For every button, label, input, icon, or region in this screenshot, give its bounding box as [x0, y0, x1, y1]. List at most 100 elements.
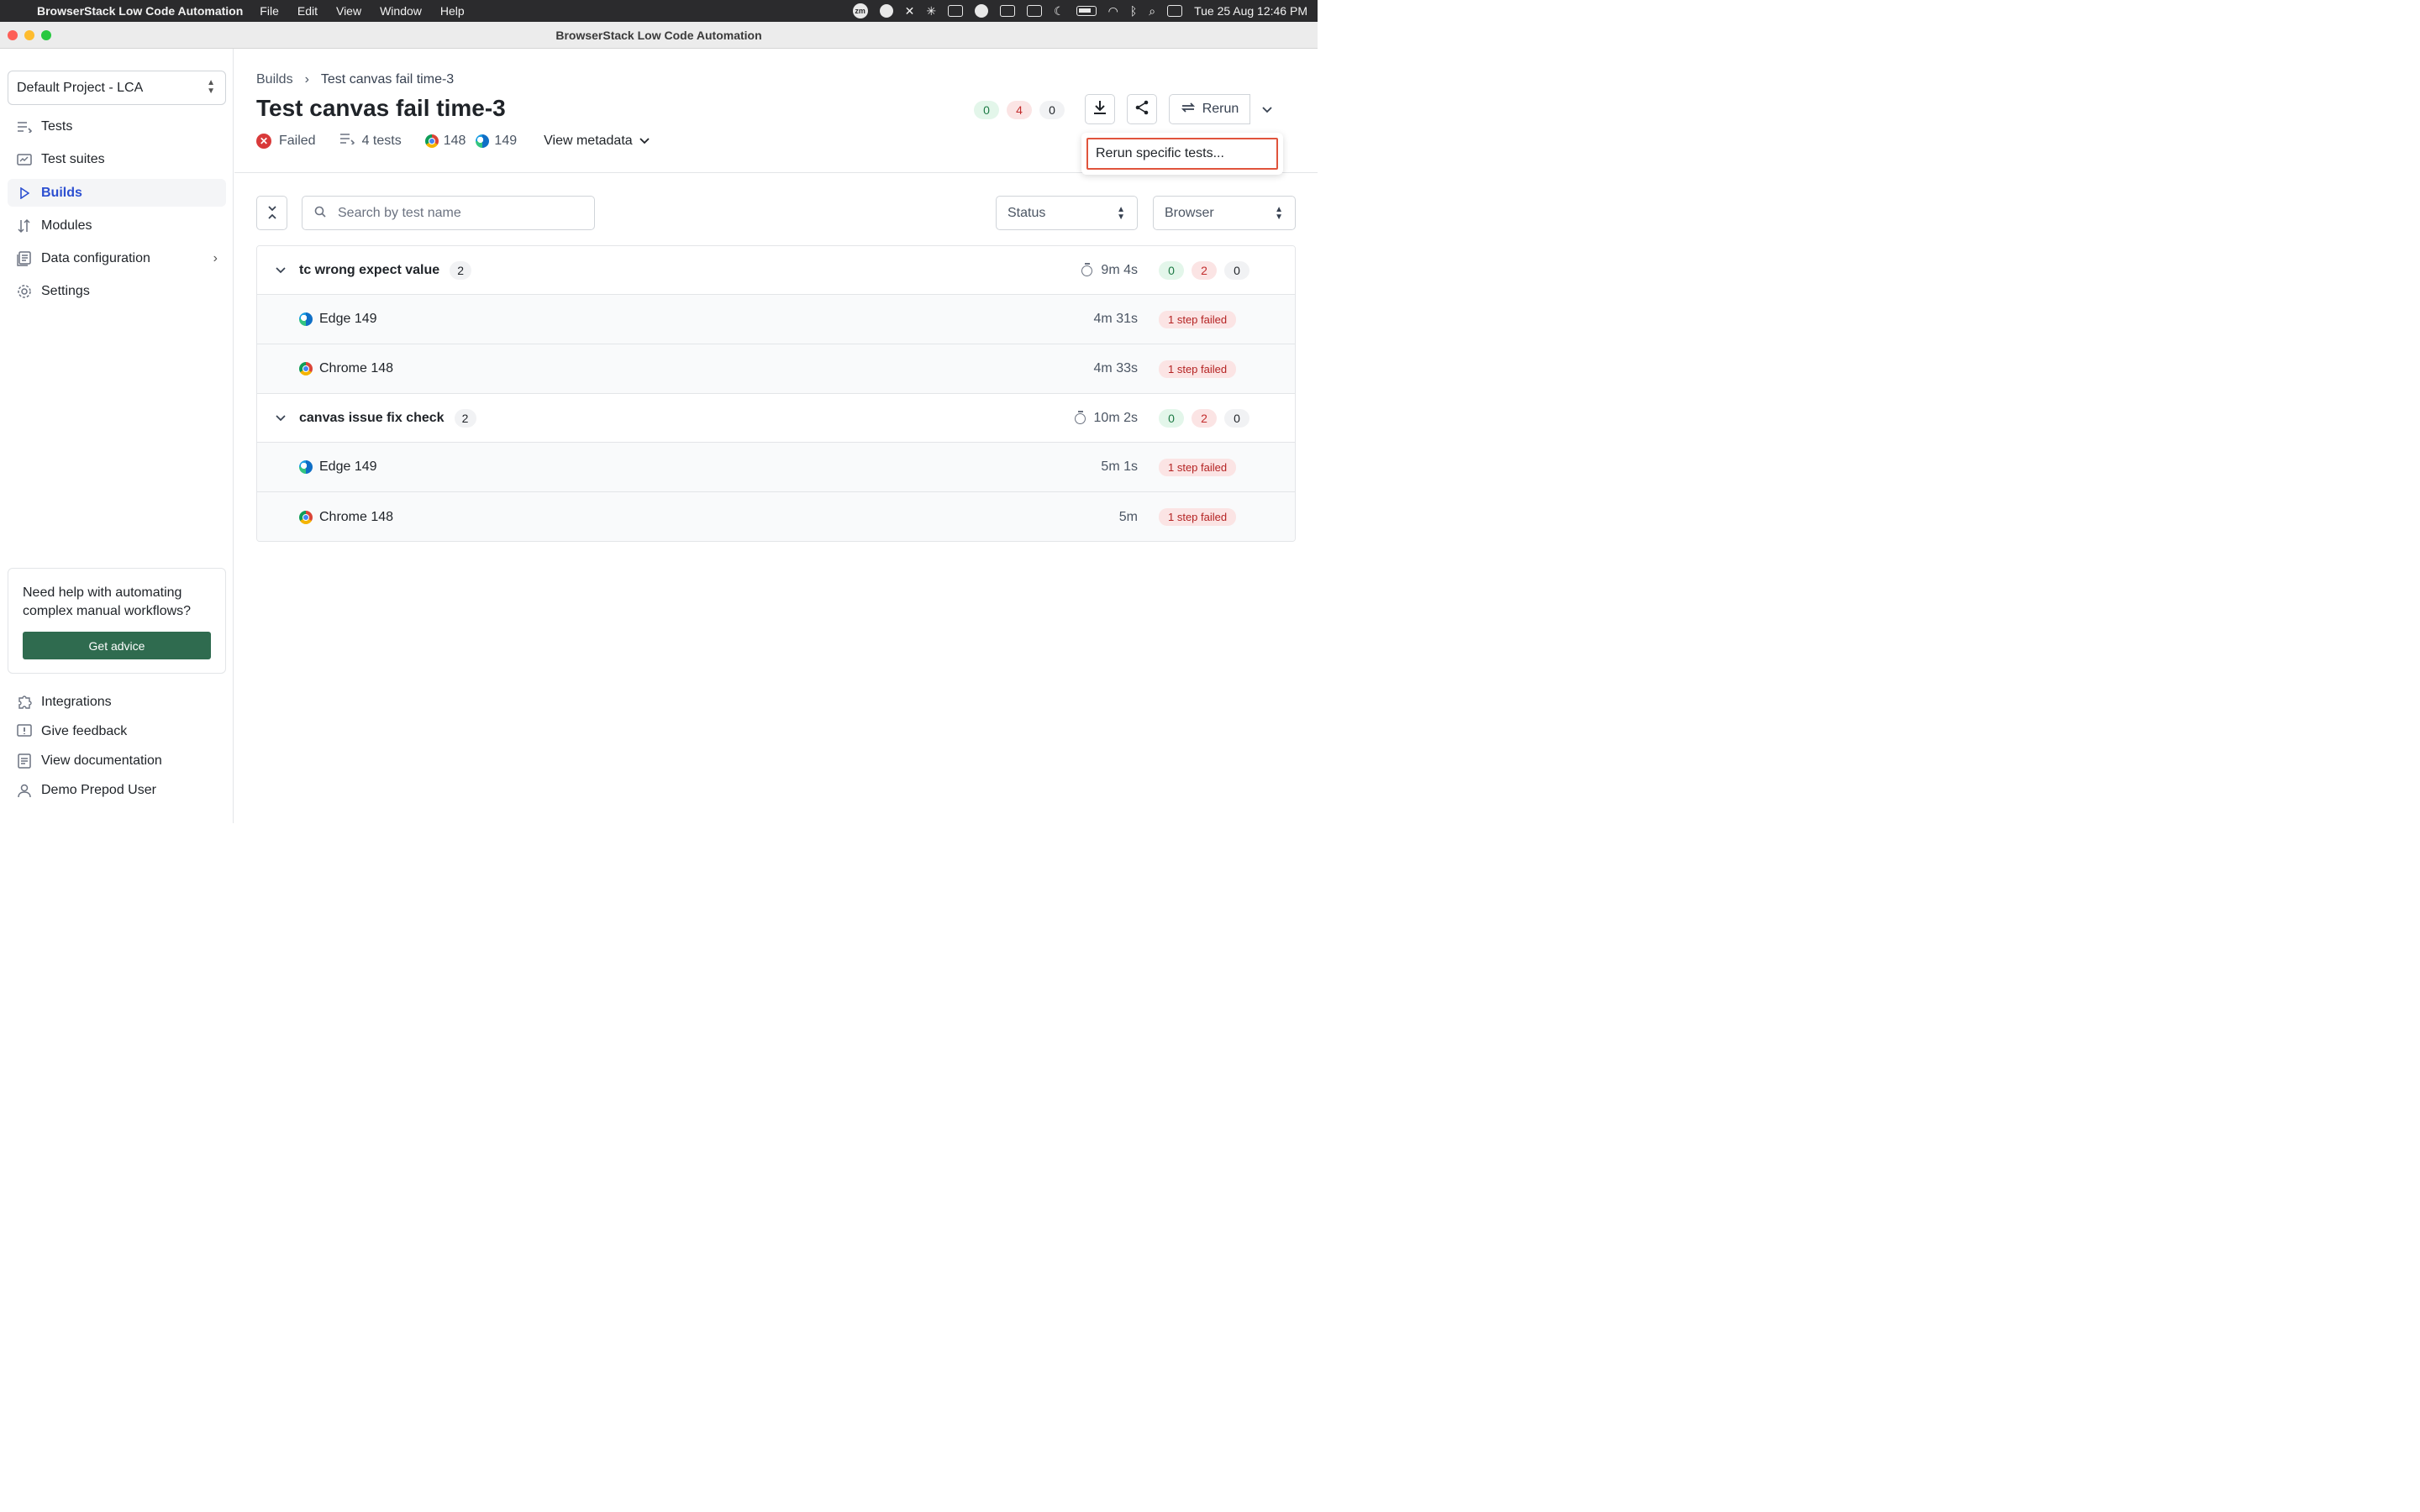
test-run-duration: 4m 31s	[1093, 312, 1138, 326]
browser-name: Chrome 148	[319, 361, 394, 375]
other-count-badge: 0	[1039, 101, 1065, 119]
sidebar: Default Project - LCA ▲ ▼ Tests Test suit…	[0, 49, 234, 823]
menubar-app-name[interactable]: BrowserStack Low Code Automation	[37, 4, 243, 18]
test-run-row[interactable]: Edge 149 4m 31s 1 step failed	[257, 295, 1295, 344]
play-icon	[16, 185, 33, 202]
browser-name: Edge 149	[319, 312, 377, 326]
sidebar-item-user[interactable]: Demo Prepod User	[8, 776, 226, 804]
sidebar-item-test-suites[interactable]: Test suites	[8, 145, 226, 173]
search-icon	[314, 206, 326, 221]
chevron-updown-icon: ▲ ▼	[207, 78, 215, 96]
chevron-updown-icon: ▲ ▼	[1117, 205, 1125, 222]
wifi-icon[interactable]: ◠	[1108, 4, 1118, 18]
rerun-specific-tests-item[interactable]: Rerun specific tests...	[1086, 138, 1278, 170]
sidebar-item-label: Integrations	[41, 694, 112, 709]
data-icon	[16, 250, 33, 267]
sidebar-item-modules[interactable]: Modules	[8, 212, 226, 239]
help-card: Need help with automating complex manual…	[8, 568, 226, 674]
bluetooth-icon[interactable]: ᛒ	[1130, 4, 1137, 18]
clock[interactable]: Tue 25 Aug 12:46 PM	[1194, 4, 1307, 18]
passed-count-badge: 0	[1159, 408, 1184, 428]
sidebar-item-tests[interactable]: Tests	[8, 113, 226, 140]
edge-icon	[299, 460, 313, 474]
sidebar-item-view-documentation[interactable]: View documentation	[8, 747, 226, 774]
get-advice-button[interactable]: Get advice	[23, 632, 211, 659]
status-icon[interactable]	[879, 4, 893, 18]
menu-file[interactable]: File	[260, 4, 279, 18]
project-selector[interactable]: Default Project - LCA ▲ ▼	[8, 71, 226, 105]
failed-count-badge: 2	[1192, 408, 1217, 428]
breadcrumb: Builds › Test canvas fail time-3	[256, 72, 454, 87]
chrome-icon	[299, 362, 313, 375]
menu-view[interactable]: View	[336, 4, 361, 18]
build-summary-counts: 0 4 0	[974, 101, 1065, 119]
search-input[interactable]	[338, 205, 573, 221]
collapse-all-button[interactable]	[256, 196, 287, 230]
breadcrumb-builds-link[interactable]: Builds	[256, 72, 293, 87]
spotlight-icon[interactable]: ⌕	[1149, 4, 1155, 18]
search-box	[302, 196, 595, 230]
rerun-dropdown-toggle[interactable]	[1250, 94, 1284, 124]
control-center-icon[interactable]	[1167, 5, 1183, 17]
test-group-counts: 0 2 0	[1159, 260, 1249, 280]
zoom-window-button[interactable]	[41, 30, 51, 40]
test-group-counts: 0 2 0	[1159, 408, 1249, 428]
test-group-row[interactable]: canvas issue fix check 2 10m 2s 0 2 0	[257, 394, 1295, 443]
share-button[interactable]	[1127, 94, 1157, 124]
test-run-row[interactable]: Chrome 148 5m 1 step failed	[257, 492, 1295, 541]
moon-icon[interactable]: ☾	[1054, 4, 1065, 18]
status-filter[interactable]: Status ▲ ▼	[996, 196, 1138, 230]
status-badge: 1 step failed	[1159, 360, 1237, 378]
timer-icon	[1074, 411, 1087, 425]
chrome-icon	[424, 134, 439, 148]
rerun-button[interactable]: Rerun	[1169, 94, 1250, 124]
test-run-row[interactable]: Edge 149 5m 1s 1 step failed	[257, 443, 1295, 492]
list-icon	[16, 118, 33, 135]
passed-count-badge: 0	[974, 101, 999, 119]
sidebar-item-builds[interactable]: Builds	[8, 179, 226, 207]
failed-count-badge: 4	[1007, 101, 1032, 119]
sidebar-item-integrations[interactable]: Integrations	[8, 688, 226, 716]
sidebar-item-give-feedback[interactable]: Give feedback	[8, 717, 226, 745]
document-icon	[16, 753, 33, 769]
chevron-down-icon[interactable]	[276, 264, 286, 276]
browser-filter-label: Browser	[1165, 205, 1214, 220]
download-button[interactable]	[1085, 94, 1115, 124]
edge-version: 149	[494, 133, 518, 148]
chevron-down-icon[interactable]	[276, 412, 286, 424]
sidebar-item-label: Data configuration	[41, 250, 150, 265]
tool-icon[interactable]: ✕	[905, 4, 915, 18]
project-name: Default Project - LCA	[17, 80, 144, 95]
window-icon[interactable]	[948, 5, 964, 17]
sidebar-item-label: Builds	[41, 185, 82, 200]
sidebar-item-data-configuration[interactable]: Data configuration ›	[8, 244, 226, 272]
record-icon[interactable]	[975, 4, 989, 18]
display-icon[interactable]	[1000, 5, 1016, 17]
share-icon	[1134, 100, 1150, 118]
battery-icon[interactable]	[1076, 6, 1097, 16]
spark-icon[interactable]: ✳	[926, 4, 936, 18]
minimize-window-button[interactable]	[24, 30, 34, 40]
sidebar-item-settings[interactable]: Settings	[8, 277, 226, 305]
help-text: Need help with automating complex manual…	[23, 585, 192, 618]
sidebar-item-label: Demo Prepod User	[41, 782, 156, 797]
rerun-dropdown-menu: Rerun specific tests...	[1081, 133, 1283, 175]
build-status: Failed	[279, 133, 316, 148]
view-metadata-button[interactable]: View metadata	[544, 134, 650, 149]
close-window-button[interactable]	[8, 30, 18, 40]
test-group-name: tc wrong expect value 2	[299, 260, 472, 280]
test-run-duration: 5m 1s	[1101, 459, 1138, 474]
zoom-icon[interactable]: zm	[852, 3, 868, 18]
chrome-version: 148	[443, 133, 466, 148]
test-run-browser: Edge 149	[299, 459, 377, 475]
results-table: tc wrong expect value 2 9m 4s 0 2 0 Edge…	[256, 245, 1296, 542]
test-run-row[interactable]: Chrome 148 4m 33s 1 step failed	[257, 344, 1295, 394]
test-group-row[interactable]: tc wrong expect value 2 9m 4s 0 2 0	[257, 246, 1295, 295]
build-meta: ✕ Failed 4 tests 148 149 View metadata	[256, 133, 650, 149]
menu-help[interactable]: Help	[440, 4, 465, 18]
browser-filter[interactable]: Browser ▲ ▼	[1153, 196, 1296, 230]
stage-icon[interactable]	[1027, 5, 1043, 17]
menu-window[interactable]: Window	[380, 4, 422, 18]
menu-edit[interactable]: Edit	[297, 4, 318, 18]
status-badge: 1 step failed	[1159, 458, 1237, 476]
